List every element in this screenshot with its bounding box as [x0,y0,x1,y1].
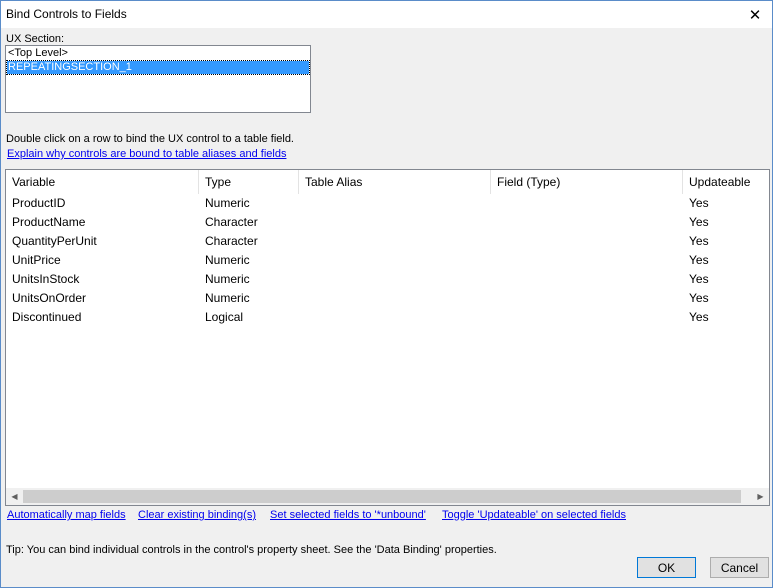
binding-grid[interactable]: Variable Type Table Alias Field (Type) U… [5,169,770,506]
cell-type: Numeric [205,272,250,286]
cell-field-type [491,232,497,251]
scroll-right-icon[interactable]: ▶ [752,488,769,505]
column-header-field-type[interactable]: Field (Type) [491,170,683,194]
column-header-updateable[interactable]: Updateable [683,170,769,194]
table-row[interactable]: UnitPrice Numeric Yes [6,251,769,270]
column-header-table-alias[interactable]: Table Alias [299,170,491,194]
ux-section-item-repeating-section[interactable]: REPEATINGSECTION_1 [6,60,310,75]
action-links: Automatically map fields Clear existing … [1,509,772,523]
table-row[interactable]: UnitsOnOrder Numeric Yes [6,289,769,308]
column-header-type[interactable]: Type [199,170,299,194]
cell-updateable: Yes [689,291,709,305]
cell-type: Character [205,234,258,248]
cell-updateable: Yes [689,253,709,267]
cell-updateable: Yes [689,215,709,229]
clear-bindings-link[interactable]: Clear existing binding(s) [138,509,256,521]
cell-table-alias [299,194,305,213]
cell-type: Numeric [205,253,250,267]
cell-updateable: Yes [689,272,709,286]
cell-table-alias [299,289,305,308]
horizontal-scrollbar[interactable]: ◀ ▶ [6,488,769,505]
cell-variable: UnitPrice [12,253,61,267]
auto-map-fields-link[interactable]: Automatically map fields [7,509,126,521]
cell-table-alias [299,270,305,289]
table-row[interactable]: ProductID Numeric Yes [6,194,769,213]
table-row[interactable]: ProductName Character Yes [6,213,769,232]
table-row[interactable]: UnitsInStock Numeric Yes [6,270,769,289]
window-title: Bind Controls to Fields [6,7,127,21]
toggle-updateable-link[interactable]: Toggle 'Updateable' on selected fields [442,509,626,521]
cell-type: Numeric [205,196,250,210]
ux-section-item-top-level[interactable]: <Top Level> [7,47,309,60]
cell-updateable: Yes [689,234,709,248]
explain-binding-link[interactable]: Explain why controls are bound to table … [7,148,286,160]
cell-updateable: Yes [689,196,709,210]
column-header-variable[interactable]: Variable [6,170,199,194]
cell-type: Numeric [205,291,250,305]
close-icon[interactable]: ✕ [738,1,772,28]
cell-table-alias [299,308,305,327]
cell-table-alias [299,251,305,270]
ok-button[interactable]: OK [637,557,696,578]
cell-field-type [491,270,497,289]
grid-header: Variable Type Table Alias Field (Type) U… [6,170,769,194]
cell-type: Logical [205,310,244,324]
scroll-left-icon[interactable]: ◀ [6,488,23,505]
cell-variable: Discontinued [12,310,82,324]
ux-section-label: UX Section: [6,33,65,45]
cell-table-alias [299,232,305,251]
cell-variable: UnitsOnOrder [12,291,87,305]
cell-variable: ProductName [12,215,86,229]
cancel-button[interactable]: Cancel [710,557,769,578]
cell-type: Character [205,215,258,229]
ux-section-listbox[interactable]: <Top Level> REPEATINGSECTION_1 [5,45,311,113]
cell-variable: ProductID [12,196,66,210]
cell-variable: UnitsInStock [12,272,80,286]
cell-field-type [491,213,497,232]
grid-rows: ProductID Numeric Yes ProductName Charac… [6,194,769,327]
set-unbound-link[interactable]: Set selected fields to '*unbound' [270,509,426,521]
title-bar: Bind Controls to Fields ✕ [1,1,772,28]
instruction-text: Double click on a row to bind the UX con… [6,133,294,145]
cell-variable: QuantityPerUnit [12,234,97,248]
table-row[interactable]: Discontinued Logical Yes [6,308,769,327]
cell-field-type [491,308,497,327]
tip-text: Tip: You can bind individual controls in… [6,544,497,556]
table-row[interactable]: QuantityPerUnit Character Yes [6,232,769,251]
cell-field-type [491,251,497,270]
cell-field-type [491,194,497,213]
scrollbar-thumb[interactable] [23,490,741,503]
cell-table-alias [299,213,305,232]
cell-field-type [491,289,497,308]
cell-updateable: Yes [689,310,709,324]
